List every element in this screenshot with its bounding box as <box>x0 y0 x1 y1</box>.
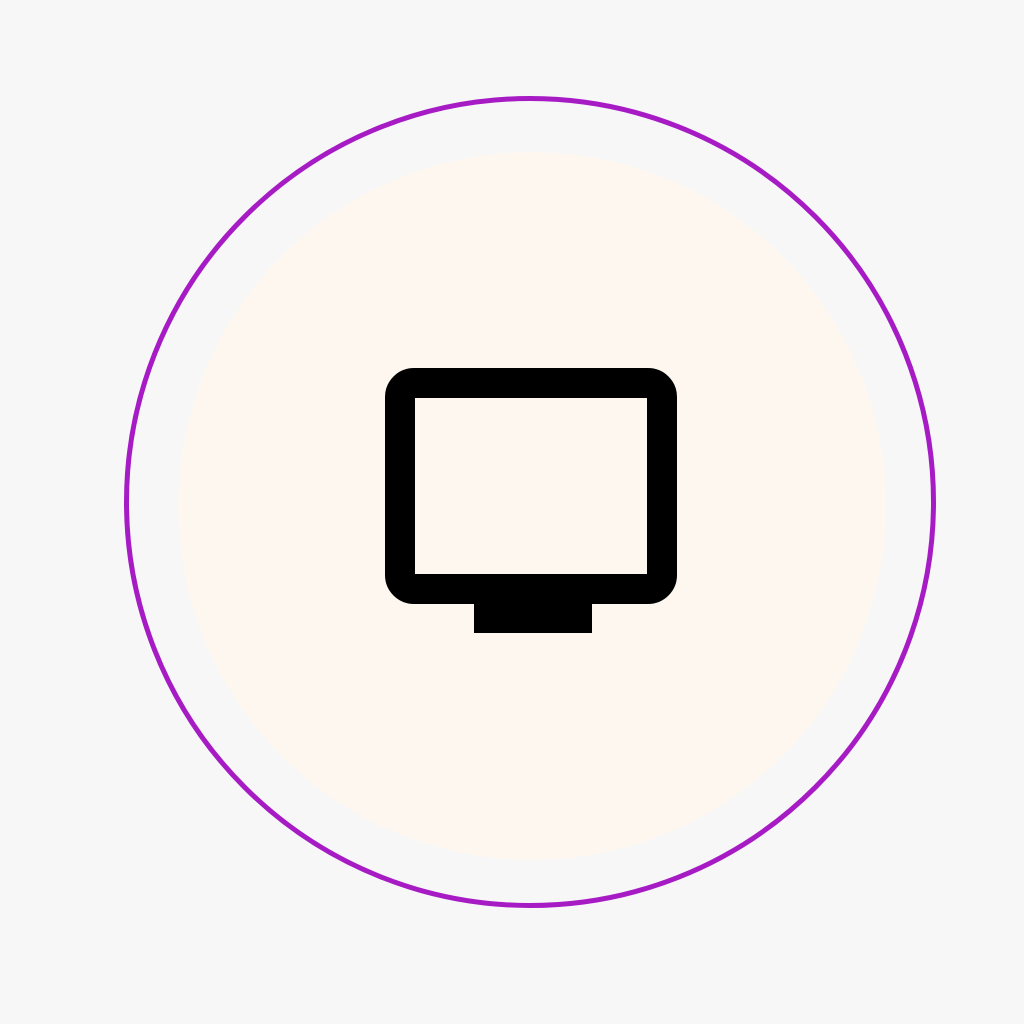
monitor-icon <box>385 368 677 633</box>
